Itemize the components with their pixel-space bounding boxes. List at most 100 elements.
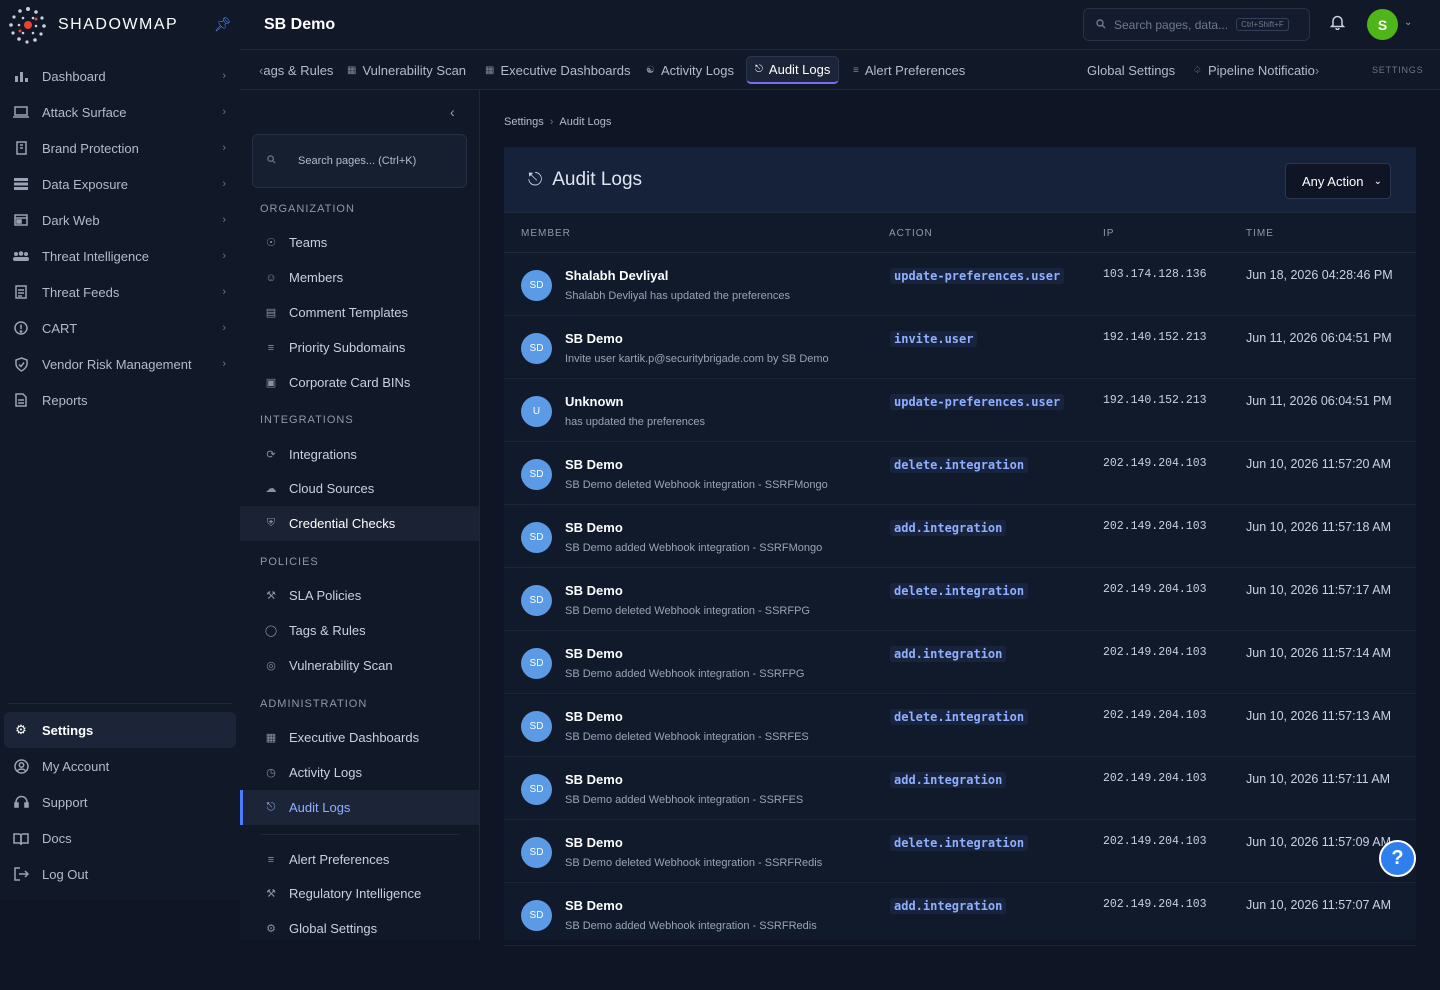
table-row[interactable]: SD SB Demo SB Demo deleted Webhook integra… xyxy=(504,694,1416,757)
timestamp: Jun 10, 2026 11:57:13 AM xyxy=(1246,709,1392,723)
settings-item-alert-preferences[interactable]: ≡ Alert Preferences xyxy=(240,842,479,877)
help-button[interactable]: ? xyxy=(1379,840,1416,877)
table-row[interactable]: SD SB Demo SB Demo deleted Webhook integra… xyxy=(504,442,1416,505)
sidebar-item-label: Threat Intelligence xyxy=(42,248,149,264)
settings-item-executive-dashboards[interactable]: ▦ Executive Dashboards xyxy=(240,720,479,755)
table-row[interactable]: SD SB Demo SB Demo added Webhook integrati… xyxy=(504,505,1416,568)
table-row[interactable]: SD Shalabh Devliyal Shalabh Devliyal has u… xyxy=(504,253,1416,316)
sidebar-item-vendor-risk-management[interactable]: Vendor Risk Management › xyxy=(0,346,240,382)
sidebar-item-data-exposure[interactable]: Data Exposure › xyxy=(0,166,240,202)
item-label: Tags & Rules xyxy=(289,623,366,638)
bell-icon[interactable] xyxy=(1329,14,1346,35)
settings-item-regulatory-intelligence[interactable]: ⚒ Regulatory Intelligence xyxy=(240,876,479,911)
member-description: SB Demo added Webhook integration - SSRF… xyxy=(565,920,817,932)
tab-executive-dashboards[interactable]: ▦ Executive Dashboards xyxy=(485,56,631,84)
settings-item-audit-logs[interactable]: ⎋ Audit Logs xyxy=(240,790,479,825)
sidebar-item-settings[interactable]: ⚙︎ Settings xyxy=(4,712,236,748)
tab-label: Activity Logs xyxy=(660,62,734,78)
gear-icon: ⚙︎ xyxy=(266,923,276,935)
settings-item-credential-checks[interactable]: ⛨ Credential Checks xyxy=(240,506,479,541)
search-placeholder: Search pages... (Ctrl+K) xyxy=(298,155,417,167)
settings-item-activity-logs[interactable]: ◷ Activity Logs xyxy=(240,755,479,790)
sidebar-item-dashboard[interactable]: Dashboard › xyxy=(0,58,240,94)
integrations-icon: ⟳ xyxy=(266,449,276,461)
tab-pipeline-notifications[interactable]: ♤ Pipeline Notificatio › xyxy=(1193,56,1319,84)
item-label: Teams xyxy=(289,235,328,250)
tab-tags-rules[interactable]: ‹ ags & Rules xyxy=(259,56,333,84)
settings-item-corporate-card-bins[interactable]: ▣ Corporate Card BINs xyxy=(240,365,479,400)
sidebar-item-threat-feeds[interactable]: Threat Feeds › xyxy=(0,274,240,310)
settings-item-teams[interactable]: ☉ Teams xyxy=(240,225,479,260)
tab-global-settings[interactable]: Global Settings xyxy=(1087,56,1175,84)
settings-item-tags-rules[interactable]: ◯ Tags & Rules xyxy=(240,613,479,648)
item-label: Priority Subdomains xyxy=(289,340,406,355)
table-row[interactable]: SD SB Demo SB Demo added Webhook integrati… xyxy=(504,757,1416,820)
table-row[interactable]: SD SB Demo SB Demo added Webhook integrati… xyxy=(504,883,1416,946)
user-avatar[interactable]: S xyxy=(1367,9,1398,40)
table-row[interactable]: SD SB Demo Invite user kartik.p@securitybr… xyxy=(504,316,1416,379)
chevron-down-icon[interactable]: ⌄ xyxy=(1404,17,1412,28)
sidebar-item-my-account[interactable]: My Account xyxy=(0,748,240,784)
bar-chart-icon xyxy=(12,67,30,85)
brand[interactable]: SHADOWMAP xyxy=(0,0,240,50)
sidebar-item-attack-surface[interactable]: Attack Surface › xyxy=(0,94,240,130)
pin-icon[interactable]: 📌︎ xyxy=(214,16,232,33)
member-name: SB Demo xyxy=(565,331,623,346)
app-root: SHADOWMAP 📌︎ Dashboard › Attack Surface … xyxy=(0,0,1440,990)
chevron-right-icon: › xyxy=(222,358,226,370)
sidebar-item-cart[interactable]: CART › xyxy=(0,310,240,346)
settings-item-vulnerability-scan[interactable]: ◎ Vulnerability Scan xyxy=(240,648,479,683)
action-badge: delete.integration xyxy=(890,583,1029,599)
tab-audit-logs[interactable]: ⎋ Audit Logs xyxy=(746,56,840,84)
table-row[interactable]: SD SB Demo SB Demo added Webhook integrati… xyxy=(504,631,1416,694)
breadcrumb-settings[interactable]: Settings xyxy=(504,116,544,128)
item-label: Executive Dashboards xyxy=(289,730,420,745)
sidebar-item-reports[interactable]: Reports xyxy=(0,382,240,418)
settings-item-global-settings[interactable]: ⚙︎ Global Settings xyxy=(240,911,479,946)
member-name: Unknown xyxy=(565,394,624,409)
sidebar-item-brand-protection[interactable]: Brand Protection › xyxy=(0,130,240,166)
sidebar-item-label: Dark Web xyxy=(42,212,100,228)
section-organization: ORGANIZATION xyxy=(260,203,355,215)
comment-icon: ▤ xyxy=(265,307,277,319)
ip-address: 103.174.128.136 xyxy=(1103,268,1207,281)
tab-activity-logs[interactable]: ☯ Activity Logs xyxy=(646,56,734,84)
settings-item-comment-templates[interactable]: ▤ Comment Templates xyxy=(240,295,479,330)
settings-item-priority-subdomains[interactable]: ≡ Priority Subdomains xyxy=(240,330,479,365)
column-ip: IP xyxy=(1103,228,1115,239)
settings-item-members[interactable]: ☺ Members xyxy=(240,260,479,295)
sidebar-item-threat-intelligence[interactable]: Threat Intelligence › xyxy=(0,238,240,274)
sidebar-item-docs[interactable]: Docs xyxy=(0,820,240,856)
tab-alert-preferences[interactable]: ≡ Alert Preferences xyxy=(853,56,965,84)
member-description: SB Demo added Webhook integration - SSRF… xyxy=(565,542,823,554)
chevron-right-icon: › xyxy=(222,214,226,226)
chevron-right-icon: › xyxy=(222,250,226,262)
gear-icon: ⚙︎ xyxy=(15,722,27,737)
table-row[interactable]: SD SB Demo SB Demo deleted Webhook integra… xyxy=(504,820,1416,883)
search-icon xyxy=(267,155,276,167)
chevron-left-icon[interactable]: ‹ xyxy=(450,104,455,120)
table-row[interactable]: SD SB Demo SB Demo deleted Webhook integra… xyxy=(504,568,1416,631)
sidebar-item-dark-web[interactable]: Dark Web › xyxy=(0,202,240,238)
settings-panel: ‹ Search pages... (Ctrl+K) ORGANIZATION … xyxy=(240,90,480,940)
sidebar-item-label: Log Out xyxy=(42,866,89,882)
settings-search-input[interactable]: Search pages... (Ctrl+K) xyxy=(252,134,467,188)
settings-item-sla-policies[interactable]: ⚒ SLA Policies xyxy=(240,578,479,613)
table-row[interactable]: U Unknown has updated the preferences updat… xyxy=(504,379,1416,442)
card-title: Audit Logs xyxy=(552,168,643,190)
member-name: SB Demo xyxy=(565,835,623,850)
member-description: has updated the preferences xyxy=(565,416,706,428)
column-action: ACTION xyxy=(889,228,933,239)
tab-vulnerability-scan[interactable]: ▦ Vulnerability Scan xyxy=(347,56,466,84)
action-filter-select[interactable]: Any Action ⌄ xyxy=(1285,163,1391,199)
chevron-right-icon: › xyxy=(222,70,226,82)
main-content: Settings › Audit Logs ⎋ Audit Logs Any Act… xyxy=(480,90,1440,946)
global-search-input[interactable]: Search pages, data... Ctrl+Shift+F xyxy=(1083,8,1310,41)
section-administration: ADMINISTRATION xyxy=(260,698,368,710)
sidebar-item-log-out[interactable]: Log Out xyxy=(0,856,240,892)
member-name: Shalabh Devliyal xyxy=(565,268,669,283)
sidebar-item-support[interactable]: Support xyxy=(0,784,240,820)
settings-item-integrations[interactable]: ⟳ Integrations xyxy=(240,437,479,472)
chevron-right-icon: › xyxy=(222,106,226,118)
settings-item-cloud-sources[interactable]: ☁ Cloud Sources xyxy=(240,471,479,506)
